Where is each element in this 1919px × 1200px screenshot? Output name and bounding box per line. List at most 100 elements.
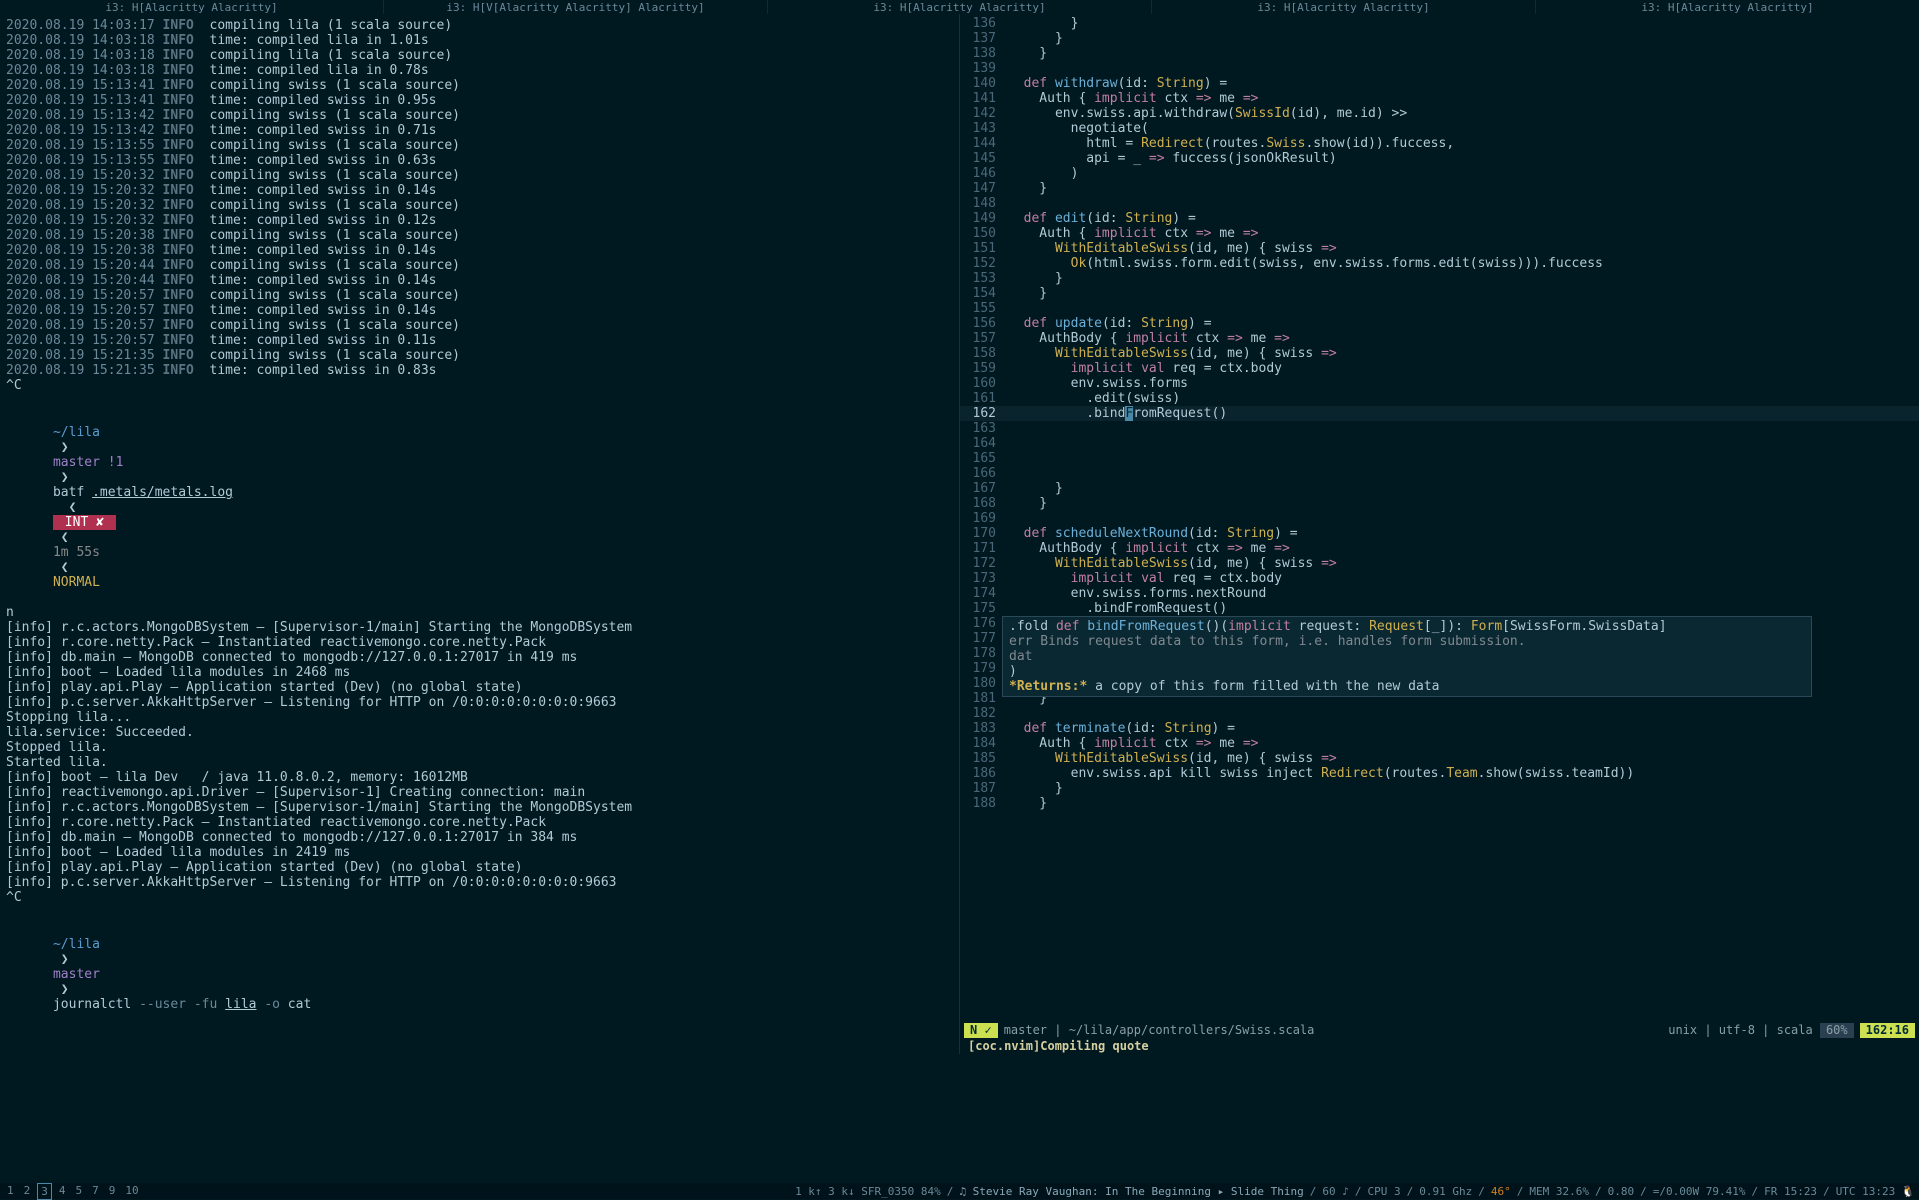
code-line[interactable]: 187 } xyxy=(960,781,1919,796)
workspace-5[interactable]: 5 xyxy=(73,1183,86,1200)
code-line[interactable]: 148 xyxy=(960,196,1919,211)
code-line[interactable]: 157 AuthBody { implicit ctx => me => xyxy=(960,331,1919,346)
left-terminal-pane[interactable]: 2020.08.19 14:03:17 INFO compiling lila … xyxy=(0,14,960,1054)
code-line[interactable]: 167 } xyxy=(960,481,1919,496)
code-line[interactable]: 154 } xyxy=(960,286,1919,301)
i3-title: i3: H[Alacritty Alacritty] xyxy=(0,0,384,14)
code-line[interactable]: 172 WithEditableSwiss(id, me) { swiss => xyxy=(960,556,1919,571)
code-line[interactable]: 140 def withdraw(id: String) = xyxy=(960,76,1919,91)
boot-line: [info] boot — Loaded lila modules in 246… xyxy=(6,665,953,680)
workspace-2[interactable]: 2 xyxy=(21,1183,34,1200)
line-number: 148 xyxy=(960,196,1008,211)
code-line[interactable]: 146 ) xyxy=(960,166,1919,181)
line-number: 167 xyxy=(960,481,1008,496)
prompt-err-badge: INT ✘ xyxy=(53,515,116,530)
code-line[interactable]: 138 } xyxy=(960,46,1919,61)
boot-line: [info] db.main — MongoDB connected to mo… xyxy=(6,830,953,845)
code-line[interactable]: 163 xyxy=(960,421,1919,436)
workspace-3[interactable]: 3 xyxy=(37,1183,52,1200)
code-line[interactable]: 152 Ok(html.swiss.form.edit(swiss, env.s… xyxy=(960,256,1919,271)
code-line[interactable]: 153 } xyxy=(960,271,1919,286)
code-line[interactable]: 144 html = Redirect(routes.Swiss.show(id… xyxy=(960,136,1919,151)
log-line: 2020.08.19 15:20:44 INFO time: compiled … xyxy=(6,273,953,288)
code-line[interactable]: 184 Auth { implicit ctx => me => xyxy=(960,736,1919,751)
code-line[interactable]: 164 xyxy=(960,436,1919,451)
status-percent: 60% xyxy=(1820,1023,1854,1038)
workspace-7[interactable]: 7 xyxy=(89,1183,102,1200)
code-line[interactable]: 169 xyxy=(960,511,1919,526)
code-line[interactable]: 137 } xyxy=(960,31,1919,46)
code-line[interactable]: 166 xyxy=(960,466,1919,481)
prompt-dir: ~/lila xyxy=(53,937,100,952)
shell-prompt-1[interactable]: ~/lila ❯ master !1 ❯ batf .metals/metals… xyxy=(6,410,953,605)
code-line[interactable]: 173 implicit val req = ctx.body xyxy=(960,571,1919,586)
line-number: 186 xyxy=(960,766,1008,781)
line-number: 163 xyxy=(960,421,1008,436)
line-number: 136 xyxy=(960,16,1008,31)
workspace-list[interactable]: 123457910 xyxy=(4,1183,142,1200)
code-line[interactable]: 143 negotiate( xyxy=(960,121,1919,136)
line-number: 175 xyxy=(960,601,1008,616)
code-line[interactable]: 161 .edit(swiss) xyxy=(960,391,1919,406)
code-line[interactable]: 141 Auth { implicit ctx => me => xyxy=(960,91,1919,106)
code-line[interactable]: 168 } xyxy=(960,496,1919,511)
line-number: 176 xyxy=(960,616,1008,631)
editor-pane[interactable]: 136 }137 }138 }139140 def withdraw(id: S… xyxy=(960,14,1919,1054)
code-line[interactable]: 186 env.swiss.api kill swiss inject Redi… xyxy=(960,766,1919,781)
code-editor[interactable]: 136 }137 }138 }139140 def withdraw(id: S… xyxy=(960,14,1919,1022)
log-line: 2020.08.19 15:20:32 INFO compiling swiss… xyxy=(6,198,953,213)
code-line[interactable]: 151 WithEditableSwiss(id, me) { swiss => xyxy=(960,241,1919,256)
log-line: 2020.08.19 15:13:55 INFO compiling swiss… xyxy=(6,138,953,153)
code-line[interactable]: 149 def edit(id: String) = xyxy=(960,211,1919,226)
log-line: 2020.08.19 15:20:38 INFO compiling swiss… xyxy=(6,228,953,243)
line-number: 150 xyxy=(960,226,1008,241)
i3-title: i3: H[Alacritty Alacritty] xyxy=(768,0,1152,14)
code-line[interactable]: 170 def scheduleNextRound(id: String) = xyxy=(960,526,1919,541)
code-line[interactable]: 175 .bindFromRequest() xyxy=(960,601,1919,616)
ac-signature[interactable]: .fold def bindFromRequest()(implicit req… xyxy=(1009,619,1805,634)
code-line[interactable]: 182 xyxy=(960,706,1919,721)
code-line[interactable]: 174 env.swiss.forms.nextRound xyxy=(960,586,1919,601)
shell-prompt-2[interactable]: ~/lila ❯ master ❯ journalctl --user -fu … xyxy=(6,922,953,1027)
code-line[interactable]: 162 .bindFromRequest() xyxy=(960,406,1919,421)
boot-line: ^C xyxy=(6,890,953,905)
i3-status-bar: 123457910 1 k↑ 3 k↓ SFR_0350 84% / ♫ Ste… xyxy=(0,1183,1919,1199)
ac-doc-line: dat xyxy=(1009,649,1805,664)
code-line[interactable]: 142 env.swiss.api.withdraw(SwissId(id), … xyxy=(960,106,1919,121)
code-line[interactable]: 139 xyxy=(960,61,1919,76)
line-number: 146 xyxy=(960,166,1008,181)
tux-icon: 🐧 xyxy=(1901,1184,1915,1199)
line-number: 147 xyxy=(960,181,1008,196)
code-line[interactable]: 171 AuthBody { implicit ctx => me => xyxy=(960,541,1919,556)
code-line[interactable]: 183 def terminate(id: String) = xyxy=(960,721,1919,736)
code-line[interactable]: 159 implicit val req = ctx.body xyxy=(960,361,1919,376)
line-number: 154 xyxy=(960,286,1008,301)
code-line[interactable]: 145 api = _ => fuccess(jsonOkResult) xyxy=(960,151,1919,166)
autocomplete-popup[interactable]: .fold def bindFromRequest()(implicit req… xyxy=(1002,616,1812,697)
code-line[interactable]: 156 def update(id: String) = xyxy=(960,316,1919,331)
line-number: 160 xyxy=(960,376,1008,391)
log-line: 2020.08.19 14:03:17 INFO compiling lila … xyxy=(6,18,953,33)
line-number: 145 xyxy=(960,151,1008,166)
code-line[interactable]: 147 } xyxy=(960,181,1919,196)
ctrl-c-mark: ^C xyxy=(6,378,953,393)
log-line: 2020.08.19 14:03:18 INFO compiling lila … xyxy=(6,48,953,63)
code-line[interactable]: 150 Auth { implicit ctx => me => xyxy=(960,226,1919,241)
line-number: 178 xyxy=(960,646,1008,661)
code-line[interactable]: 158 WithEditableSwiss(id, me) { swiss => xyxy=(960,346,1919,361)
workspace-9[interactable]: 9 xyxy=(106,1183,119,1200)
workspace-10[interactable]: 10 xyxy=(122,1183,141,1200)
prompt-dir: ~/lila xyxy=(53,425,100,440)
line-number: 159 xyxy=(960,361,1008,376)
code-line[interactable]: 155 xyxy=(960,301,1919,316)
workspace-1[interactable]: 1 xyxy=(4,1183,17,1200)
code-line[interactable]: 160 env.swiss.forms xyxy=(960,376,1919,391)
prompt-branch: master xyxy=(53,967,100,982)
code-line[interactable]: 165 xyxy=(960,451,1919,466)
code-line[interactable]: 185 WithEditableSwiss(id, me) { swiss => xyxy=(960,751,1919,766)
line-number: 140 xyxy=(960,76,1008,91)
code-line[interactable]: 136 } xyxy=(960,16,1919,31)
code-line[interactable]: 188 } xyxy=(960,796,1919,811)
mem-status: MEM 32.6% xyxy=(1529,1184,1589,1199)
workspace-4[interactable]: 4 xyxy=(56,1183,69,1200)
